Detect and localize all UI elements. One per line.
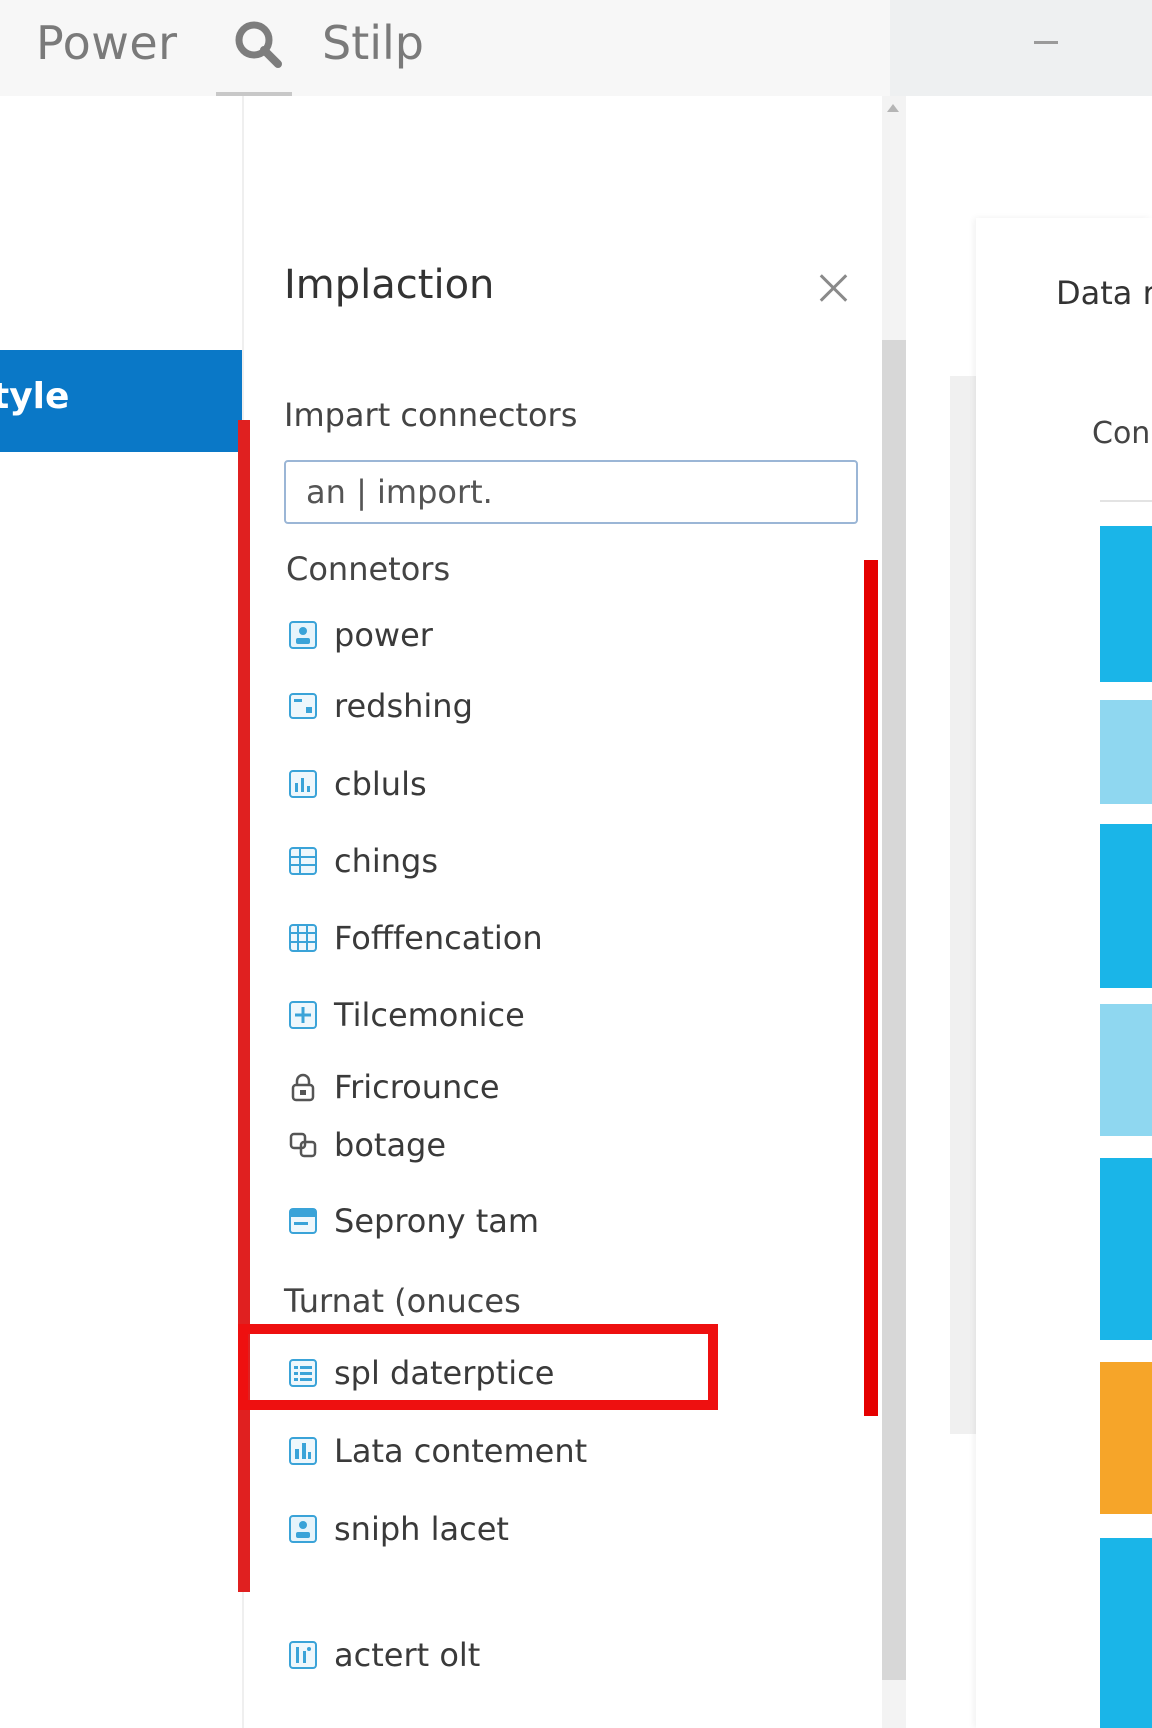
doc-chart-icon xyxy=(289,1437,317,1465)
connector-item-chings[interactable]: chings xyxy=(288,834,438,888)
connector-item-botage[interactable]: botage xyxy=(288,1118,446,1172)
nav-item-style[interactable]: tyle xyxy=(0,350,242,452)
search-tab[interactable] xyxy=(216,12,292,96)
lock-icon xyxy=(291,1073,315,1102)
connector-label: Fofffencation xyxy=(334,919,543,957)
connector-label: Fricrounce xyxy=(334,1068,500,1106)
connector-label: redshing xyxy=(334,687,473,725)
templates-heading: Turnat (onuces xyxy=(284,1282,521,1320)
preview-tile[interactable] xyxy=(1100,526,1152,682)
template-label: actert olt xyxy=(334,1636,481,1674)
search-input[interactable] xyxy=(284,460,858,524)
connector-label: cbluls xyxy=(334,765,427,803)
annotation-highlight-box xyxy=(238,1324,718,1410)
preview-tile[interactable] xyxy=(1100,1004,1152,1136)
preview-tile[interactable] xyxy=(1100,700,1152,804)
connector-item-tilcemonice[interactable]: Tilcemonice xyxy=(288,988,525,1042)
connector-label: chings xyxy=(334,842,439,880)
template-label: sniph lacet xyxy=(334,1510,509,1548)
title-bar-right xyxy=(890,0,1152,96)
connector-label: Seprony tam xyxy=(334,1202,540,1240)
close-button[interactable] xyxy=(816,270,852,306)
connector-label: botage xyxy=(334,1126,447,1164)
scroll-thumb[interactable] xyxy=(882,340,906,1680)
preview-divider xyxy=(1100,500,1152,502)
connector-item-cbluls[interactable]: cbluls xyxy=(288,757,427,811)
link-icon xyxy=(289,1132,317,1158)
connector-item-power[interactable]: power xyxy=(288,608,433,662)
template-item-lata-contement[interactable]: Lata contement xyxy=(288,1424,587,1478)
preview-title: Data re xyxy=(1056,274,1152,312)
scroll-up-arrow-icon[interactable] xyxy=(887,104,899,112)
minimize-button[interactable] xyxy=(1024,20,1064,60)
connector-item-redshing[interactable]: redshing xyxy=(288,679,473,733)
template-item-actert-olt[interactable]: actert olt xyxy=(288,1628,480,1682)
connector-item-fofffencation[interactable]: Fofffencation xyxy=(288,911,543,965)
preview-tile[interactable] xyxy=(1100,1362,1152,1514)
annotation-line-left xyxy=(238,420,250,1592)
grid-icon xyxy=(289,924,317,952)
panel-title: Implaction xyxy=(284,262,495,308)
tab-title[interactable]: Stilp xyxy=(322,16,424,70)
window-icon xyxy=(289,693,317,719)
person-icon xyxy=(289,621,317,649)
connector-label: power xyxy=(334,616,433,654)
import-connectors-label: Impart connectors xyxy=(284,396,578,434)
nav-item-label: tyle xyxy=(0,376,70,417)
chart-icon xyxy=(289,770,317,798)
connector-item-fricrounce[interactable]: Fricrounce xyxy=(288,1060,500,1114)
connector-label: Tilcemonice xyxy=(334,996,525,1034)
left-navigation: tyle xyxy=(0,96,244,1728)
preview-subtitle: Conr xyxy=(1092,416,1152,451)
card-icon xyxy=(289,1208,317,1234)
stats-icon xyxy=(289,1641,317,1669)
template-item-sniph-lacet[interactable]: sniph lacet xyxy=(288,1502,509,1556)
app-title: Power xyxy=(36,16,178,70)
person-icon xyxy=(289,1515,317,1543)
panel-scrollbar[interactable] xyxy=(882,96,906,1728)
table-icon xyxy=(289,847,317,875)
annotation-line-right xyxy=(864,560,878,1416)
connector-item-seprony-tam[interactable]: Seprony tam xyxy=(288,1194,539,1248)
template-label: Lata contement xyxy=(334,1432,588,1470)
preview-tile[interactable] xyxy=(1100,824,1152,988)
connectors-heading: Connetors xyxy=(286,550,451,588)
plus-box-icon xyxy=(289,1001,317,1029)
search-icon xyxy=(235,21,282,68)
preview-tile[interactable] xyxy=(1100,1158,1152,1340)
preview-tile[interactable] xyxy=(1100,1538,1152,1728)
preview-divider-strip xyxy=(950,376,976,1434)
